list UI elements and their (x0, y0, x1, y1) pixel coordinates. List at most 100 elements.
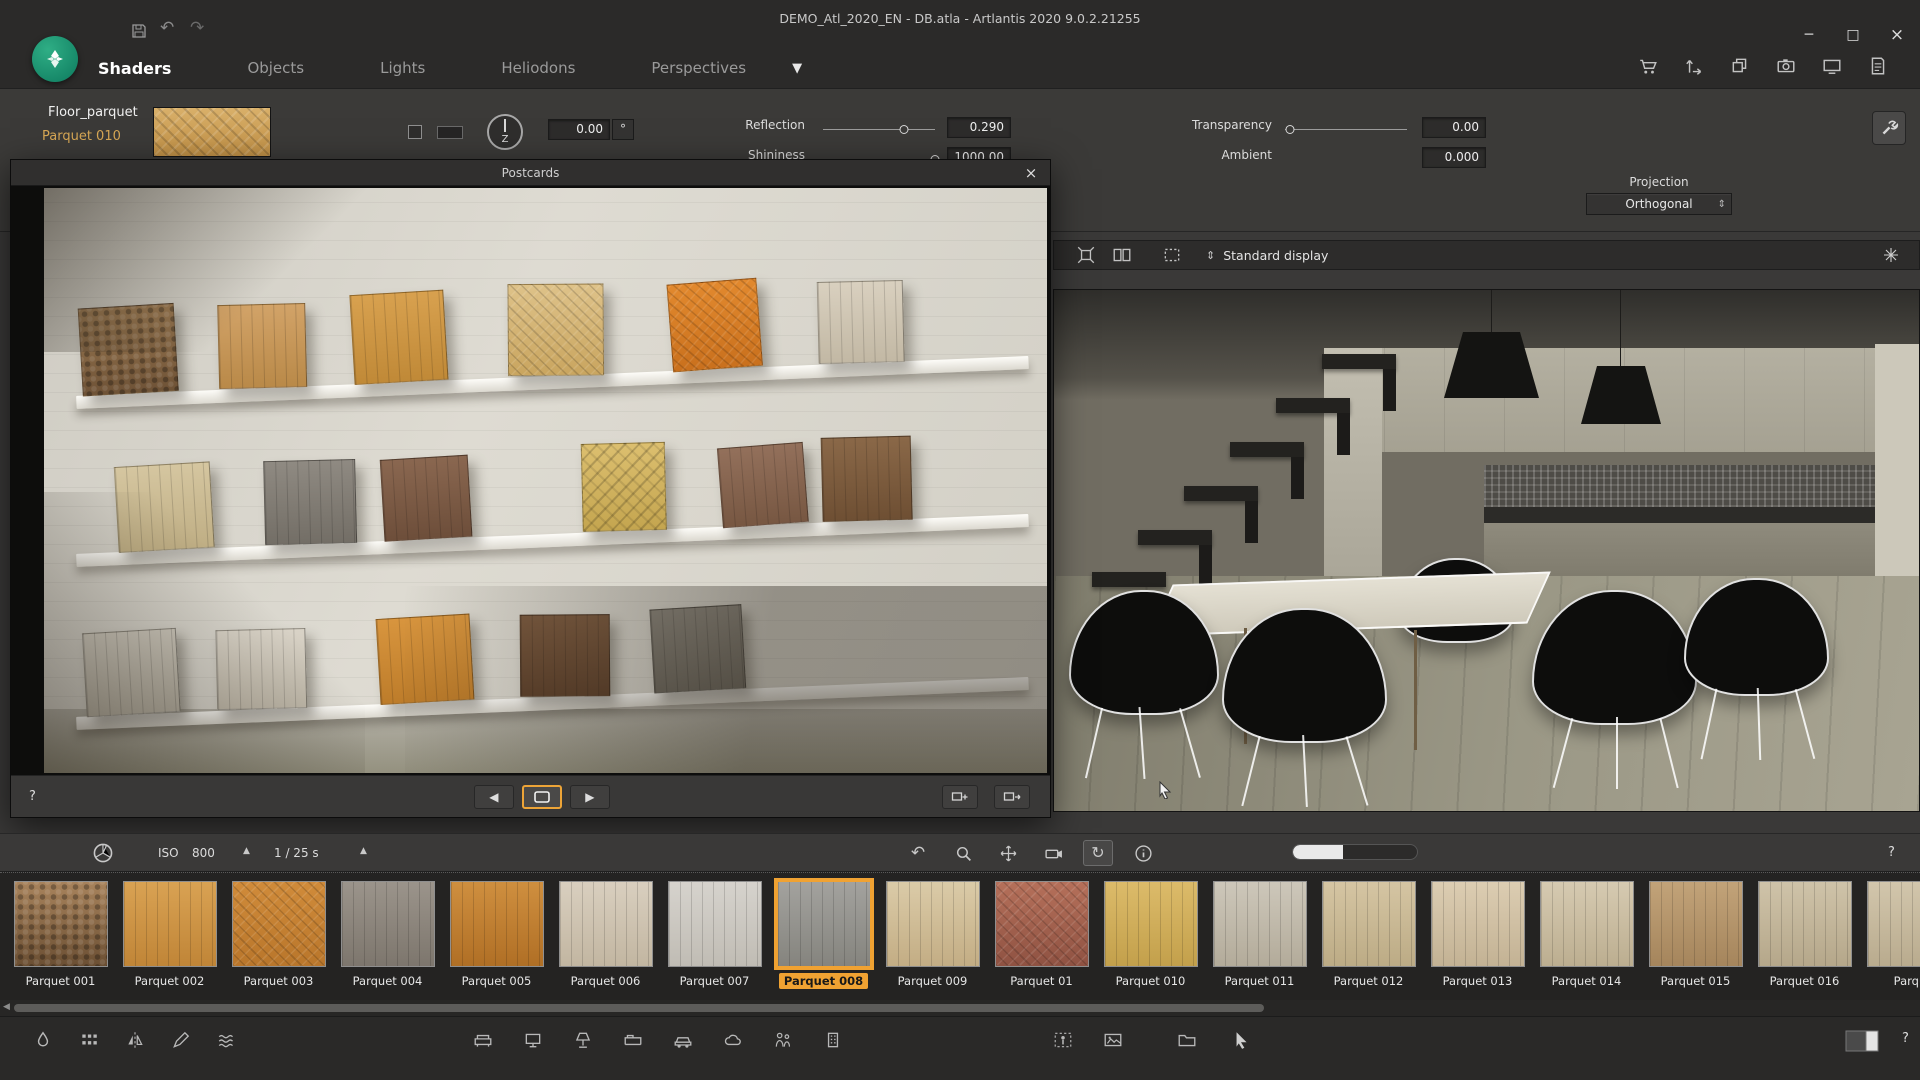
catalog-thumbnail[interactable] (1322, 881, 1416, 967)
postcards-help-label[interactable]: ? (29, 789, 36, 804)
tab-perspectives[interactable]: Perspectives (651, 59, 746, 77)
rotation-dial[interactable]: Z (487, 114, 523, 150)
cloud-icon[interactable] (718, 1027, 748, 1053)
catalog-item[interactable]: Parquet 006 (551, 873, 660, 1000)
tab-lights[interactable]: Lights (380, 59, 425, 77)
aperture-icon[interactable] (88, 840, 118, 866)
parquet-sample[interactable] (817, 280, 905, 364)
catalog-item[interactable]: Parquet 004 (333, 873, 442, 1000)
artlantis-logo[interactable] (32, 36, 78, 82)
current-postcard-button[interactable] (522, 785, 562, 809)
display-mode-label[interactable]: Standard display (1223, 248, 1328, 263)
catalog-thumbnail[interactable] (1431, 881, 1525, 967)
catalog-item[interactable]: Parquet 015 (1641, 873, 1750, 1000)
add-postcard-icon[interactable] (942, 785, 978, 809)
progress-bar[interactable] (1292, 844, 1418, 860)
catalog-thumbnail[interactable] (886, 881, 980, 967)
tab-objects[interactable]: Objects (247, 59, 304, 77)
camera-icon[interactable] (1768, 52, 1804, 80)
controlbar-help-label[interactable]: ? (1888, 845, 1895, 860)
iso-value[interactable]: 800 (192, 846, 215, 860)
catalog-item[interactable]: Parquet 005 (442, 873, 551, 1000)
water-waves-icon[interactable] (212, 1027, 242, 1053)
rotation-value-field[interactable]: 0.00 (548, 119, 610, 140)
undo-view-icon[interactable]: ↶ (903, 840, 933, 866)
render-viewport[interactable] (1053, 289, 1920, 812)
catalog-item[interactable]: Parquet 01 (987, 873, 1096, 1000)
save-icon[interactable] (130, 22, 148, 40)
reflection-slider[interactable] (823, 129, 935, 130)
catalog-item[interactable]: Parquet 001 (6, 873, 115, 1000)
shader-color-swatch[interactable] (437, 126, 463, 139)
catalog-item[interactable]: Parquet 011 (1205, 873, 1314, 1000)
screen-icon[interactable] (518, 1027, 548, 1053)
zoom-icon[interactable] (948, 840, 978, 866)
catalog-item[interactable]: Parquet 009 (878, 873, 987, 1000)
scrollbar-thumb[interactable] (14, 1004, 1264, 1012)
display-mode-stepper-icon[interactable]: ⇕ (1206, 250, 1215, 261)
marquee-icon[interactable] (1154, 243, 1190, 267)
catalog-thumbnail[interactable] (341, 881, 435, 967)
dual-view-icon[interactable] (1104, 243, 1140, 267)
bedroom-icon[interactable] (618, 1027, 648, 1053)
reflection-value-field[interactable]: 0.290 (947, 117, 1011, 138)
bottombar-help-label[interactable]: ? (1902, 1031, 1909, 1046)
close-button[interactable]: × (1882, 24, 1912, 46)
catalog-thumbnail[interactable] (232, 881, 326, 967)
scroll-left-icon[interactable]: ◀ (3, 1003, 10, 1012)
refresh-icon[interactable]: ↻ (1083, 840, 1113, 866)
catalog-item[interactable]: Parquet 003 (224, 873, 333, 1000)
catalog-item[interactable]: Parquet 016 (1750, 873, 1859, 1000)
catalog-strip[interactable]: Parquet 001Parquet 002Parquet 003Parquet… (0, 872, 1920, 1000)
tab-shaders[interactable]: Shaders (98, 59, 171, 78)
postcards-close-icon[interactable]: × (1020, 162, 1042, 184)
transfer-icon[interactable] (1676, 52, 1712, 80)
people-icon[interactable] (768, 1027, 798, 1053)
transparency-slider[interactable] (1285, 129, 1407, 130)
image-icon[interactable] (1098, 1027, 1128, 1053)
redo-icon[interactable]: ↷ (190, 20, 204, 37)
duplicate-icon[interactable] (1722, 52, 1758, 80)
panel-toggle-icon[interactable] (1845, 1029, 1879, 1053)
shader-preview-thumbnail[interactable] (153, 107, 271, 157)
parquet-sample[interactable] (380, 454, 473, 541)
catalog-thumbnail[interactable] (995, 881, 1089, 967)
catalog-item[interactable]: Parquet 002 (115, 873, 224, 1000)
parquet-sample[interactable] (667, 277, 763, 372)
shutter-stepper-icon[interactable]: ▲ (360, 847, 367, 856)
seating-icon[interactable] (468, 1027, 498, 1053)
postcards-window[interactable]: Postcards × ? ◀ ▶ (10, 159, 1051, 818)
ambient-value-field[interactable]: 0.000 (1422, 147, 1486, 168)
postcards-scene[interactable] (44, 188, 1047, 773)
catalog-item[interactable]: Parquet 014 (1532, 873, 1641, 1000)
next-postcard-icon[interactable]: ▶ (570, 785, 610, 809)
prev-postcard-icon[interactable]: ◀ (474, 785, 514, 809)
catalog-item[interactable]: Parquet 010 (1096, 873, 1205, 1000)
catalog-thumbnail[interactable] (14, 881, 108, 967)
catalog-item[interactable]: Parquet 013 (1423, 873, 1532, 1000)
rotation-unit-button[interactable]: ° (612, 119, 634, 140)
parquet-sample[interactable] (581, 441, 667, 531)
fit-view-icon[interactable] (1068, 243, 1104, 267)
parquet-sample[interactable] (508, 283, 605, 376)
catalog-scrollbar[interactable]: ◀ (0, 1000, 1920, 1016)
edit-pen-icon[interactable] (166, 1027, 196, 1053)
info-icon[interactable] (1128, 840, 1158, 866)
transparency-slider-knob[interactable] (1285, 125, 1294, 134)
catalog-thumbnail[interactable] (1213, 881, 1307, 967)
cursor-icon[interactable] (1226, 1027, 1256, 1053)
catalog-thumbnail[interactable] (1867, 881, 1920, 967)
catalog-item[interactable]: Parquet 008 (769, 873, 878, 1000)
reflection-slider-knob[interactable] (899, 125, 908, 134)
perspectives-dropdown-icon[interactable]: ▼ (792, 62, 802, 75)
folder-icon[interactable] (1172, 1027, 1202, 1053)
catalog-item[interactable]: Parquet 012 (1314, 873, 1423, 1000)
undo-icon[interactable]: ↶ (160, 20, 174, 37)
projector-icon[interactable] (1038, 840, 1068, 866)
catalog-thumbnail[interactable] (1758, 881, 1852, 967)
billboard-icon[interactable] (1048, 1027, 1078, 1053)
catalog-thumbnail[interactable] (1104, 881, 1198, 967)
catalog-thumbnail[interactable] (450, 881, 544, 967)
pan-icon[interactable] (993, 840, 1023, 866)
display-frame-icon[interactable] (1814, 52, 1850, 80)
